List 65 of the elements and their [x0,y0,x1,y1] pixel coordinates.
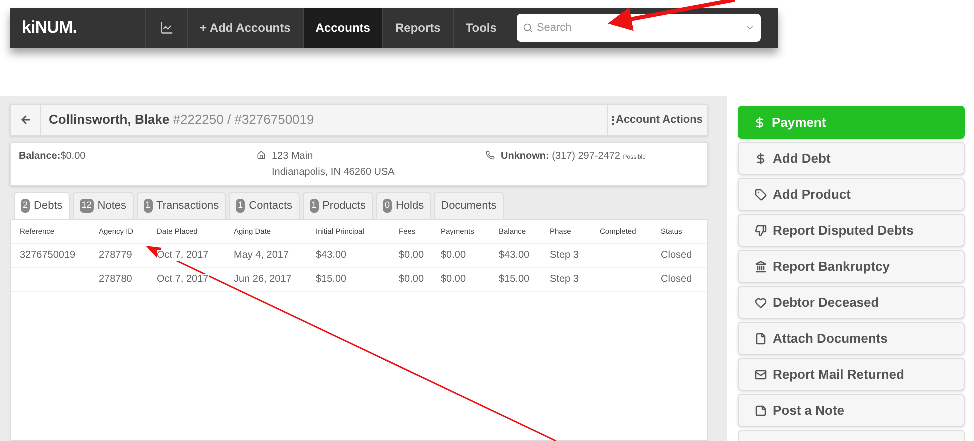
table-cell: $0.00 [441,274,466,285]
count-badge: 1 [144,199,153,213]
table-cell: 3276750019 [20,250,76,261]
table-cell: $15.00 [499,274,530,285]
address-line: 123 Main [272,150,314,164]
table-cell: $15.00 [316,274,347,285]
back-arrow-icon [20,114,32,126]
address-line: Indianapolis, IN 46260 USA [272,166,395,180]
count-badge: 1 [236,199,246,213]
action-button[interactable]: Debtor Deceased [738,286,965,319]
action-button[interactable]: Attach Documents [738,322,965,355]
tab[interactable]: Documents [434,192,504,220]
table-cell: $0.00 [441,250,466,261]
tab[interactable]: 1 Transactions [136,192,226,220]
account-actions-button[interactable]: Account Actions [607,105,707,135]
table-cell: $43.00 [316,250,347,261]
action-button[interactable]: Report Mail Returned [738,358,965,391]
count-badge: 0 [382,199,392,213]
balance-text: Balance:$0.00 [19,150,87,164]
dollar-icon [754,116,766,128]
table-cell: $0.00 [399,250,424,261]
action-button[interactable]: Report Bankruptcy [738,250,965,283]
table-cell: Step 3 [550,274,579,285]
tab[interactable]: 1 Contacts [229,192,300,220]
note-icon [755,404,767,416]
count-badge: 12 [80,199,94,213]
line-chart-icon [160,21,174,35]
table-cell: $43.00 [499,250,530,261]
nav-item[interactable]: Accounts [302,8,382,48]
tab[interactable]: 0 Holds [376,192,432,220]
thumbs-down-icon [755,224,767,236]
bank-icon [755,260,767,272]
table-cell: Jun 26, 2017 [234,274,292,285]
table-cell: Step 3 [550,250,579,261]
house-icon [257,151,266,160]
logo[interactable]: kiNUM. [10,15,145,41]
tab[interactable]: 12 Notes [72,192,134,220]
tab[interactable]: 2 Debts [14,192,70,220]
tag-icon [755,188,767,200]
nav-item[interactable]: Reports [382,8,453,48]
count-badge: 2 [21,199,30,213]
action-button[interactable]: Post a Note [738,394,965,427]
nav-item[interactable]: Tools [452,8,509,48]
table-cell: 278779 [99,250,132,261]
tab[interactable]: 1 Products [302,192,373,220]
search-icon [522,23,533,33]
table-cell: Oct 7, 2017 [157,274,209,285]
table-cell: May 4, 2017 [234,250,290,261]
table-cell: Closed [661,250,692,261]
dollar-icon [755,152,767,164]
table-cell: 278780 [99,274,132,285]
action-button[interactable]: Report Disputed Debts [738,214,965,247]
account-title: Collinsworth, Blake #222250 / #3276750019 [48,111,316,130]
phone-icon [486,151,495,160]
table-cell: Closed [661,274,692,285]
envelope-icon [755,368,767,380]
search-input[interactable]: Search [536,20,741,36]
action-button[interactable]: Add Debt [738,142,965,175]
table-cell: $0.00 [399,274,424,285]
document-icon [755,332,767,344]
heart-icon [755,296,767,308]
search-field[interactable]: Search [516,14,761,42]
action-button[interactable]: Add Product [738,178,965,211]
count-badge: 1 [310,199,319,213]
table-cell: Oct 7, 2017 [157,250,209,261]
